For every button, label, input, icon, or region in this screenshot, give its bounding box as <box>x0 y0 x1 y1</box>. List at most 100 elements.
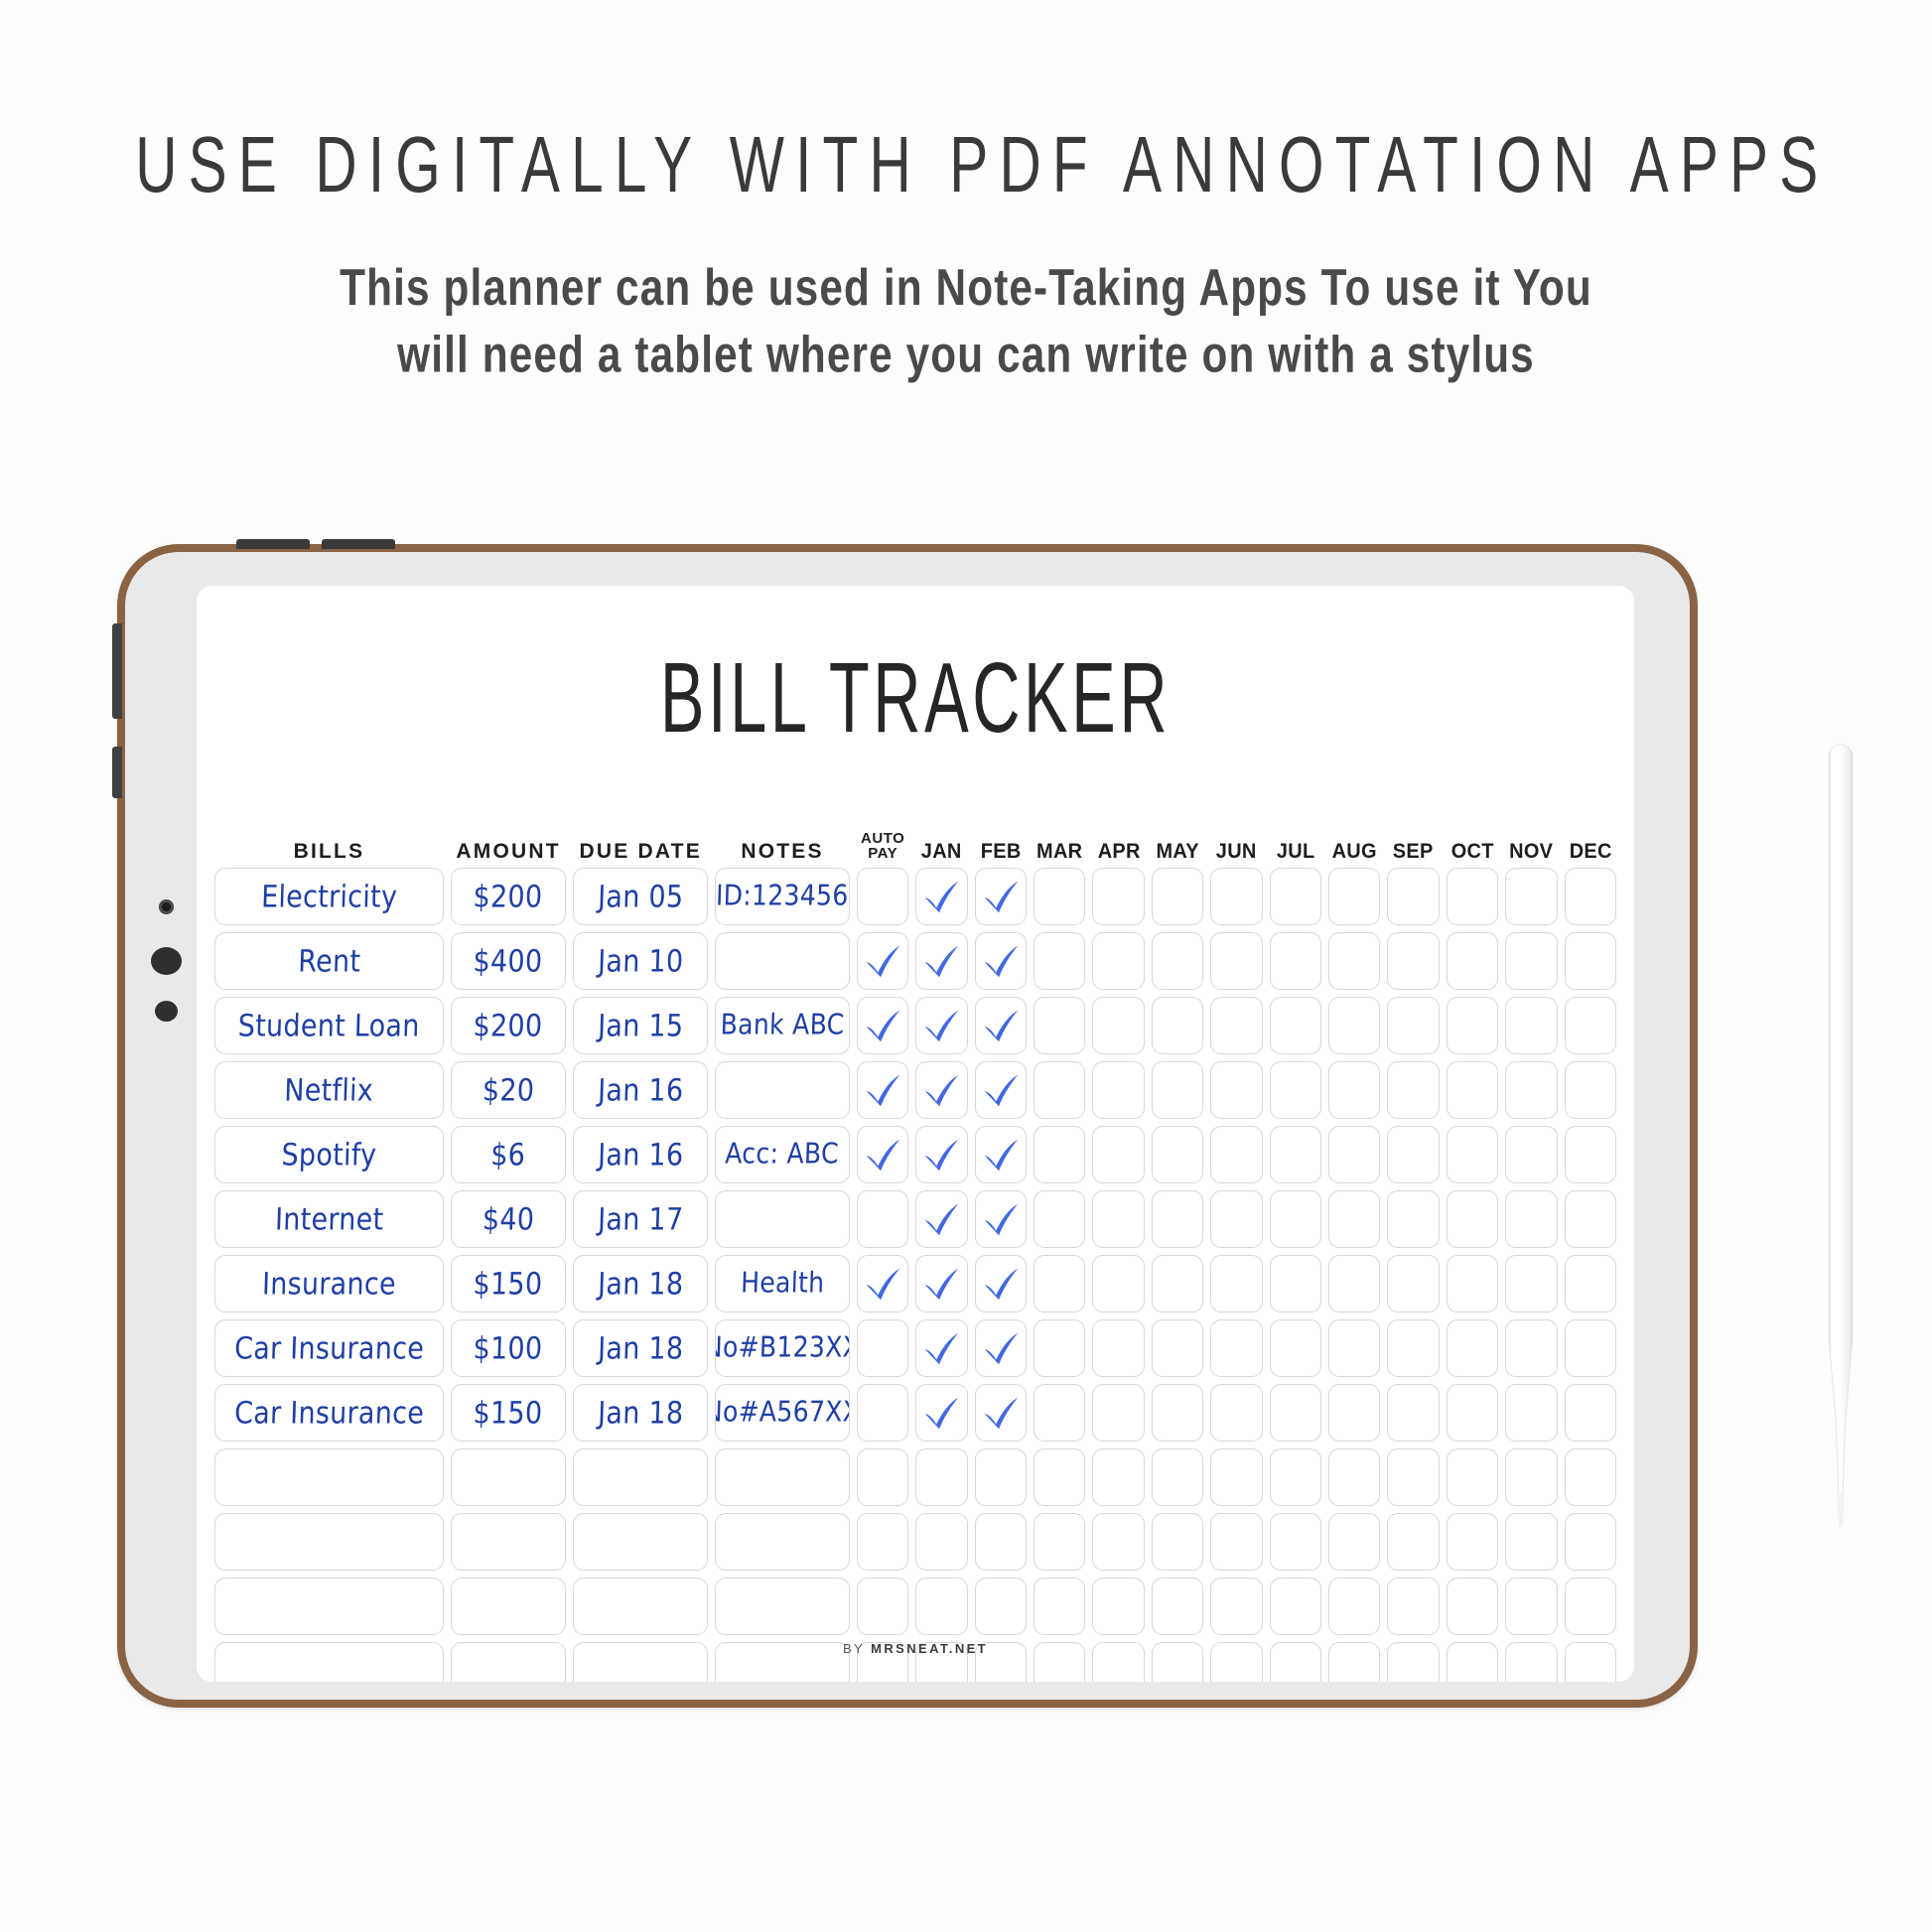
checkbox-mar-1[interactable] <box>1033 931 1086 990</box>
checkbox-jun-7[interactable] <box>1210 1318 1263 1377</box>
checkbox-auto-pay-0[interactable] <box>856 867 909 925</box>
cell-amount-2[interactable]: $200 <box>450 996 567 1054</box>
checkbox-mar-6[interactable] <box>1033 1254 1086 1312</box>
checkbox-jun-10[interactable] <box>1210 1512 1263 1571</box>
checkbox-oct-10[interactable] <box>1446 1512 1499 1571</box>
checkbox-may-10[interactable] <box>1151 1512 1204 1571</box>
checkbox-feb-0[interactable] <box>974 867 1027 925</box>
checkbox-nov-1[interactable] <box>1505 931 1558 990</box>
checkbox-mar-3[interactable] <box>1033 1060 1086 1119</box>
checkbox-nov-9[interactable] <box>1505 1448 1558 1506</box>
cell-due-date-11[interactable] <box>573 1577 708 1635</box>
checkbox-feb-2[interactable] <box>974 996 1027 1054</box>
cell-notes-7[interactable]: No#B123XX <box>714 1318 850 1377</box>
checkbox-auto-pay-11[interactable] <box>856 1577 909 1635</box>
cell-notes-9[interactable] <box>714 1448 850 1506</box>
cell-due-date-4[interactable]: Jan 16 <box>573 1125 708 1183</box>
cell-amount-1[interactable]: $400 <box>450 931 567 990</box>
cell-amount-0[interactable]: $200 <box>450 867 567 925</box>
cell-notes-3[interactable] <box>714 1060 850 1119</box>
checkbox-apr-8[interactable] <box>1092 1383 1145 1442</box>
checkbox-may-3[interactable] <box>1151 1060 1204 1119</box>
checkbox-aug-8[interactable] <box>1327 1383 1381 1442</box>
checkbox-dec-2[interactable] <box>1564 996 1616 1054</box>
checkbox-jul-1[interactable] <box>1269 931 1321 990</box>
checkbox-sep-7[interactable] <box>1387 1318 1440 1377</box>
checkbox-sep-3[interactable] <box>1387 1060 1440 1119</box>
cell-bill-name-4[interactable]: Spotify <box>214 1125 444 1183</box>
checkbox-oct-8[interactable] <box>1446 1383 1499 1442</box>
cell-bill-name-6[interactable]: Insurance <box>214 1254 444 1312</box>
checkbox-oct-4[interactable] <box>1446 1125 1499 1183</box>
cell-bill-name-8[interactable]: Car Insurance <box>214 1383 444 1442</box>
cell-due-date-3[interactable]: Jan 16 <box>573 1060 708 1119</box>
checkbox-aug-9[interactable] <box>1327 1448 1381 1506</box>
checkbox-mar-5[interactable] <box>1033 1189 1086 1248</box>
checkbox-auto-pay-4[interactable] <box>856 1125 909 1183</box>
checkbox-mar-7[interactable] <box>1033 1318 1086 1377</box>
checkbox-jul-7[interactable] <box>1269 1318 1321 1377</box>
cell-amount-9[interactable] <box>450 1448 567 1506</box>
cell-notes-1[interactable] <box>714 931 850 990</box>
checkbox-nov-8[interactable] <box>1505 1383 1558 1442</box>
checkbox-feb-4[interactable] <box>974 1125 1027 1183</box>
checkbox-aug-5[interactable] <box>1327 1189 1381 1248</box>
checkbox-sep-2[interactable] <box>1387 996 1440 1054</box>
cell-amount-11[interactable] <box>450 1577 567 1635</box>
checkbox-jun-5[interactable] <box>1210 1189 1263 1248</box>
checkbox-oct-6[interactable] <box>1446 1254 1499 1312</box>
checkbox-feb-8[interactable] <box>974 1383 1027 1442</box>
checkbox-auto-pay-1[interactable] <box>856 931 909 990</box>
checkbox-jul-4[interactable] <box>1269 1125 1321 1183</box>
checkbox-apr-5[interactable] <box>1092 1189 1145 1248</box>
checkbox-auto-pay-9[interactable] <box>856 1448 909 1506</box>
cell-bill-name-10[interactable] <box>214 1512 444 1571</box>
checkbox-jun-4[interactable] <box>1210 1125 1263 1183</box>
checkbox-feb-5[interactable] <box>974 1189 1027 1248</box>
checkbox-may-9[interactable] <box>1151 1448 1204 1506</box>
cell-due-date-2[interactable]: Jan 15 <box>573 996 708 1054</box>
checkbox-jun-8[interactable] <box>1210 1383 1263 1442</box>
checkbox-dec-5[interactable] <box>1564 1189 1616 1248</box>
cell-amount-10[interactable] <box>450 1512 567 1571</box>
checkbox-aug-6[interactable] <box>1327 1254 1381 1312</box>
volume-down-button[interactable] <box>322 539 395 549</box>
cell-due-date-0[interactable]: Jan 05 <box>573 867 708 925</box>
checkbox-may-11[interactable] <box>1151 1577 1204 1635</box>
checkbox-sep-5[interactable] <box>1387 1189 1440 1248</box>
checkbox-auto-pay-10[interactable] <box>856 1512 909 1571</box>
checkbox-mar-9[interactable] <box>1033 1448 1086 1506</box>
checkbox-jun-2[interactable] <box>1210 996 1263 1054</box>
cell-bill-name-5[interactable]: Internet <box>214 1189 444 1248</box>
volume-up-button[interactable] <box>236 539 310 549</box>
cell-bill-name-0[interactable]: Electricity <box>214 867 444 925</box>
checkbox-dec-8[interactable] <box>1564 1383 1616 1442</box>
checkbox-feb-6[interactable] <box>974 1254 1027 1312</box>
checkbox-dec-10[interactable] <box>1564 1512 1616 1571</box>
checkbox-nov-7[interactable] <box>1505 1318 1558 1377</box>
checkbox-mar-4[interactable] <box>1033 1125 1086 1183</box>
checkbox-jun-1[interactable] <box>1210 931 1263 990</box>
checkbox-jan-1[interactable] <box>915 931 968 990</box>
checkbox-aug-2[interactable] <box>1327 996 1381 1054</box>
checkbox-mar-0[interactable] <box>1033 867 1086 925</box>
checkbox-jul-10[interactable] <box>1269 1512 1321 1571</box>
checkbox-nov-4[interactable] <box>1505 1125 1558 1183</box>
checkbox-apr-6[interactable] <box>1092 1254 1145 1312</box>
checkbox-apr-11[interactable] <box>1092 1577 1145 1635</box>
cell-due-date-9[interactable] <box>573 1448 708 1506</box>
cell-notes-6[interactable]: Health <box>714 1254 850 1312</box>
checkbox-jan-0[interactable] <box>915 867 968 925</box>
checkbox-feb-1[interactable] <box>974 931 1027 990</box>
cell-amount-7[interactable]: $100 <box>450 1318 567 1377</box>
checkbox-sep-9[interactable] <box>1387 1448 1440 1506</box>
checkbox-sep-10[interactable] <box>1387 1512 1440 1571</box>
checkbox-dec-11[interactable] <box>1564 1577 1616 1635</box>
checkbox-nov-5[interactable] <box>1505 1189 1558 1248</box>
checkbox-jul-3[interactable] <box>1269 1060 1321 1119</box>
checkbox-sep-11[interactable] <box>1387 1577 1440 1635</box>
checkbox-nov-11[interactable] <box>1505 1577 1558 1635</box>
checkbox-feb-11[interactable] <box>974 1577 1027 1635</box>
checkbox-nov-10[interactable] <box>1505 1512 1558 1571</box>
checkbox-aug-0[interactable] <box>1327 867 1381 925</box>
